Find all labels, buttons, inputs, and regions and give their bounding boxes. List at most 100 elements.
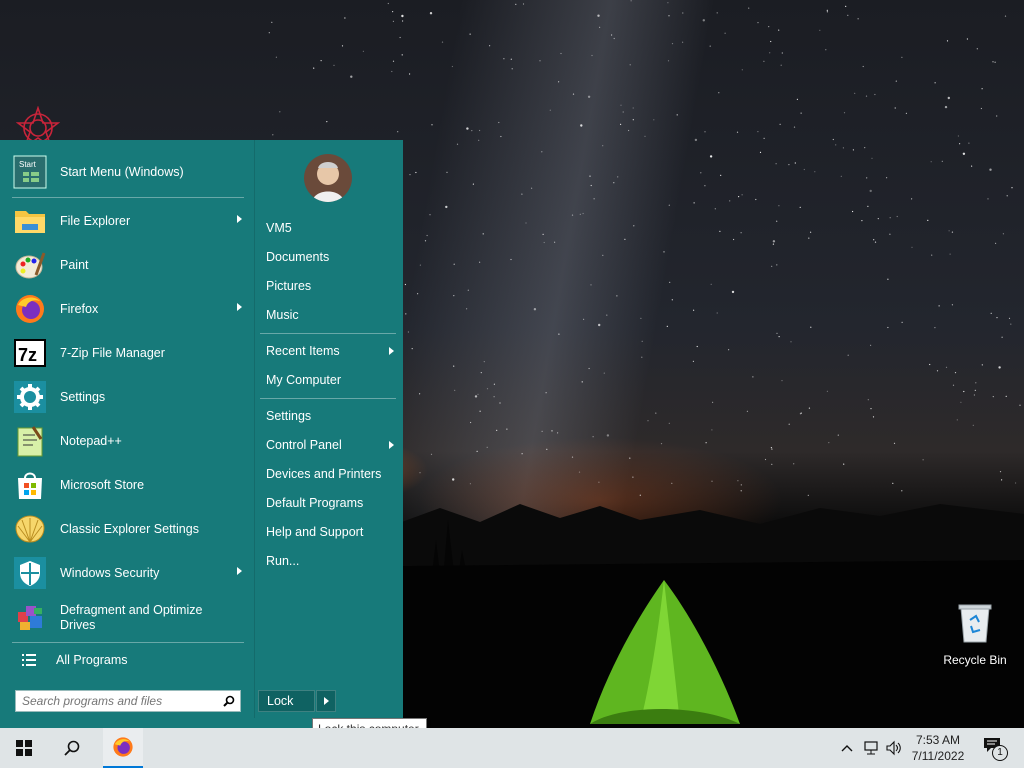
- places-column: VM5 Documents Pictures Music Recent Item…: [255, 140, 403, 728]
- program-file-explorer[interactable]: File Explorer: [12, 201, 250, 241]
- place-label: Devices and Printers: [266, 467, 382, 481]
- place-label: VM5: [266, 221, 292, 235]
- program-label: Firefox: [60, 301, 99, 316]
- program-classic-explorer-settings[interactable]: Classic Explorer Settings: [12, 509, 250, 549]
- speaker-icon: [886, 740, 901, 756]
- place-documents[interactable]: Documents: [266, 246, 398, 268]
- place-settings[interactable]: Settings: [266, 405, 398, 427]
- 7zip-icon: 7z: [12, 335, 48, 371]
- paint-palette-icon: [12, 247, 48, 283]
- program-label: Settings: [60, 389, 106, 404]
- separator: [260, 398, 396, 399]
- place-label: Recent Items: [266, 344, 340, 358]
- lock-button[interactable]: Lock: [258, 690, 315, 712]
- recycle-bin-label: Recycle Bin: [943, 653, 1007, 667]
- windows-logo-icon: [16, 740, 32, 756]
- search-input[interactable]: [16, 692, 218, 710]
- start-menu-windows-item[interactable]: Start Start Menu (Windows): [12, 152, 250, 192]
- all-programs-button[interactable]: All Programs: [12, 648, 250, 672]
- submenu-arrow-icon: [389, 347, 394, 355]
- program-label: File Explorer: [60, 213, 131, 228]
- program-settings[interactable]: Settings: [12, 377, 250, 417]
- store-bag-icon: [12, 467, 48, 503]
- taskbar-clock[interactable]: 7:53 AM 7/11/2022: [905, 732, 971, 764]
- shutdown-options-button[interactable]: [316, 690, 336, 712]
- program-defragment[interactable]: Defragment and Optimize Drives: [12, 598, 250, 638]
- submenu-arrow-icon: [237, 567, 242, 575]
- place-label: Help and Support: [266, 525, 364, 539]
- start-button[interactable]: [4, 728, 44, 768]
- clock-date: 7/11/2022: [911, 749, 965, 763]
- submenu-arrow-icon: [237, 215, 242, 223]
- clock-time: 7:53 AM: [915, 733, 961, 747]
- user-avatar[interactable]: [304, 154, 352, 202]
- program-label: Microsoft Store: [60, 477, 145, 492]
- program-notepad-plus-plus[interactable]: Notepad++: [12, 421, 250, 461]
- program-paint[interactable]: Paint: [12, 245, 250, 285]
- defrag-icon: [12, 600, 48, 636]
- place-control-panel[interactable]: Control Panel: [266, 434, 398, 456]
- place-user-folder[interactable]: VM5: [266, 217, 398, 239]
- place-run[interactable]: Run...: [266, 550, 398, 572]
- place-label: Settings: [266, 409, 312, 423]
- svg-text:Start: Start: [19, 160, 37, 169]
- program-label: 7-Zip File Manager: [60, 345, 165, 360]
- taskbar-firefox-button[interactable]: [103, 728, 143, 768]
- notepad-icon: [12, 423, 48, 459]
- search-box[interactable]: [15, 690, 241, 712]
- search-icon[interactable]: [218, 692, 240, 710]
- place-label: Music: [266, 308, 299, 322]
- place-label: Pictures: [266, 279, 312, 293]
- shell-icon: [12, 511, 48, 547]
- place-music[interactable]: Music: [266, 304, 398, 326]
- tent-image: [590, 580, 740, 724]
- program-label: Notepad++: [60, 433, 122, 448]
- svg-text:7z: 7z: [18, 345, 37, 365]
- program-label: Defragment and Optimize Drives: [60, 603, 203, 632]
- search-icon: [64, 740, 80, 756]
- all-programs-label: All Programs: [56, 653, 128, 667]
- notification-icon: 1: [983, 737, 1008, 761]
- recycle-bin[interactable]: Recycle Bin: [942, 602, 1008, 667]
- place-recent-items[interactable]: Recent Items: [266, 340, 398, 362]
- place-pictures[interactable]: Pictures: [266, 275, 398, 297]
- place-label: Run...: [266, 554, 300, 568]
- start-menu: Start Start Menu (Windows) File Explorer…: [0, 140, 403, 728]
- firefox-icon: [113, 737, 133, 757]
- program-7zip[interactable]: 7z 7-Zip File Manager: [12, 333, 250, 373]
- network-icon: [864, 741, 878, 755]
- folder-icon: [12, 203, 48, 239]
- show-hidden-icons-button[interactable]: [838, 728, 856, 768]
- submenu-arrow-icon: [237, 303, 242, 311]
- separator: [260, 333, 396, 334]
- program-label: Windows Security: [60, 565, 160, 580]
- firefox-icon: [12, 291, 48, 327]
- shield-icon: [12, 555, 48, 591]
- programs-column: Start Start Menu (Windows) File Explorer…: [0, 140, 254, 728]
- start-menu-windows-label: Start Menu (Windows): [60, 164, 184, 179]
- taskbar-search-button[interactable]: [52, 728, 92, 768]
- action-center-button[interactable]: 1: [978, 728, 1010, 768]
- volume-button[interactable]: [884, 728, 904, 768]
- place-devices-printers[interactable]: Devices and Printers: [266, 463, 398, 485]
- recycle-bin-icon: [958, 604, 992, 643]
- place-my-computer[interactable]: My Computer: [266, 369, 398, 391]
- program-windows-security[interactable]: Windows Security: [12, 553, 250, 593]
- place-label: My Computer: [266, 373, 342, 387]
- network-button[interactable]: [861, 728, 881, 768]
- place-help-support[interactable]: Help and Support: [266, 521, 398, 543]
- separator: [12, 642, 244, 643]
- list-icon: [22, 654, 36, 666]
- program-microsoft-store[interactable]: Microsoft Store: [12, 465, 250, 505]
- taskbar: 7:53 AM 7/11/2022 1: [0, 728, 1024, 768]
- program-label: Paint: [60, 257, 89, 272]
- gear-icon: [12, 379, 48, 415]
- start-menu-icon: Start: [12, 154, 48, 190]
- place-label: Documents: [266, 250, 330, 264]
- submenu-arrow-icon: [389, 441, 394, 449]
- program-label: Classic Explorer Settings: [60, 521, 199, 536]
- chevron-up-icon: [841, 745, 853, 752]
- program-firefox[interactable]: Firefox: [12, 289, 250, 329]
- place-default-programs[interactable]: Default Programs: [266, 492, 398, 514]
- chevron-right-icon: [323, 697, 329, 705]
